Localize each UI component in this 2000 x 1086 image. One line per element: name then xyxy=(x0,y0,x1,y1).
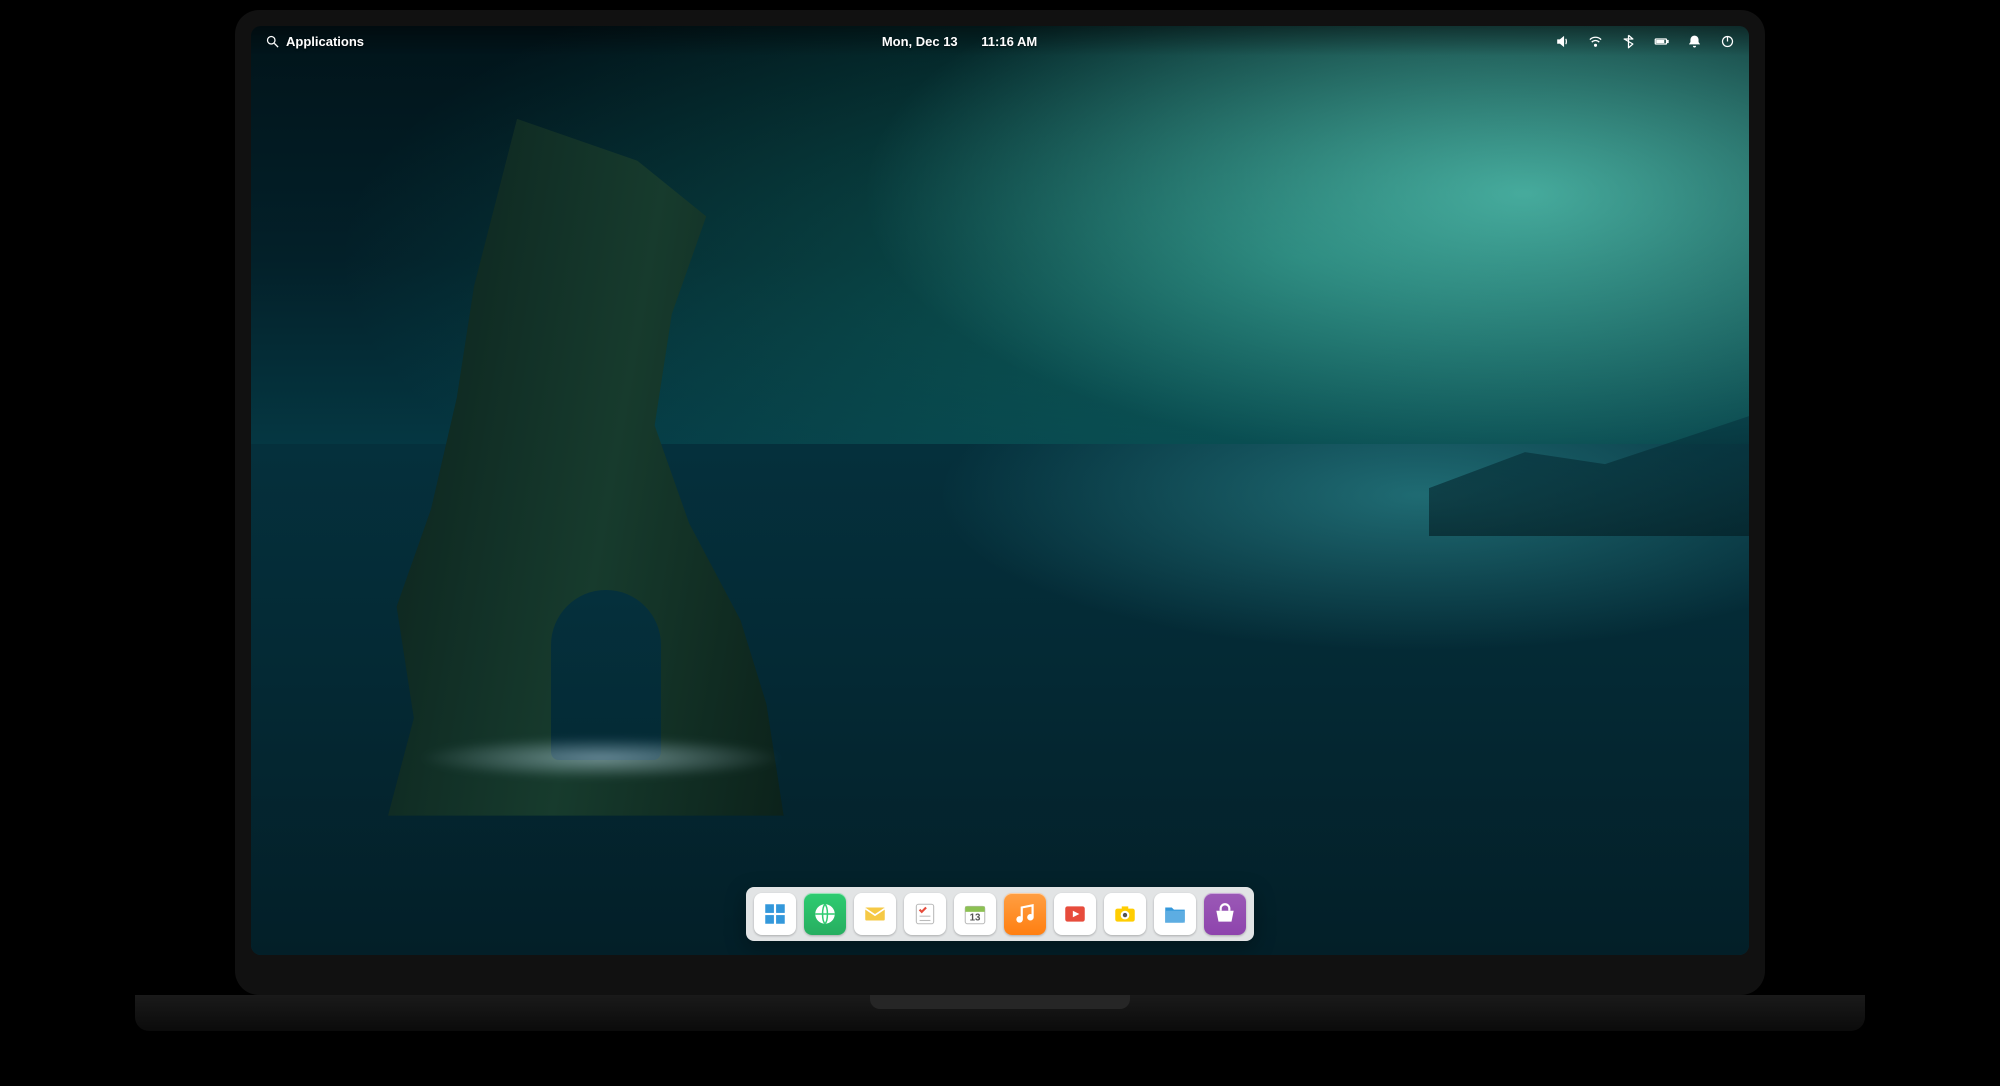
dock-videos[interactable] xyxy=(1054,893,1096,935)
dock-calendar[interactable]: 13 xyxy=(954,893,996,935)
wallpaper-foam xyxy=(341,728,861,788)
laptop-frame: Applications Mon, Dec 13 11:16 AM xyxy=(235,10,1765,1031)
dock-mail[interactable] xyxy=(854,893,896,935)
dock-tasks[interactable] xyxy=(904,893,946,935)
clock-date: Mon, Dec 13 xyxy=(882,34,958,49)
wallpaper-far-cliff xyxy=(1429,416,1749,536)
clock[interactable]: Mon, Dec 13 11:16 AM xyxy=(364,34,1555,49)
battery-icon[interactable] xyxy=(1654,34,1669,49)
bluetooth-icon[interactable] xyxy=(1621,34,1636,49)
applications-menu[interactable]: Applications xyxy=(265,34,364,49)
laptop-base xyxy=(135,995,1865,1031)
svg-text:13: 13 xyxy=(970,913,981,924)
top-panel: Applications Mon, Dec 13 11:16 AM xyxy=(251,26,1749,56)
desktop[interactable]: Applications Mon, Dec 13 11:16 AM xyxy=(251,26,1749,955)
clock-time: 11:16 AM xyxy=(981,34,1037,49)
laptop-lid: Applications Mon, Dec 13 11:16 AM xyxy=(235,10,1765,995)
volume-icon[interactable] xyxy=(1555,34,1570,49)
dock-multitasking-view[interactable] xyxy=(754,893,796,935)
applications-label: Applications xyxy=(286,34,364,49)
dock: 13 xyxy=(746,887,1254,941)
dock-music[interactable] xyxy=(1004,893,1046,935)
notifications-icon[interactable] xyxy=(1687,34,1702,49)
wifi-icon[interactable] xyxy=(1588,34,1603,49)
dock-web-browser[interactable] xyxy=(804,893,846,935)
dock-files[interactable] xyxy=(1154,893,1196,935)
search-icon xyxy=(265,34,280,49)
dock-photos[interactable] xyxy=(1104,893,1146,935)
dock-appcenter[interactable] xyxy=(1204,893,1246,935)
power-icon[interactable] xyxy=(1720,34,1735,49)
